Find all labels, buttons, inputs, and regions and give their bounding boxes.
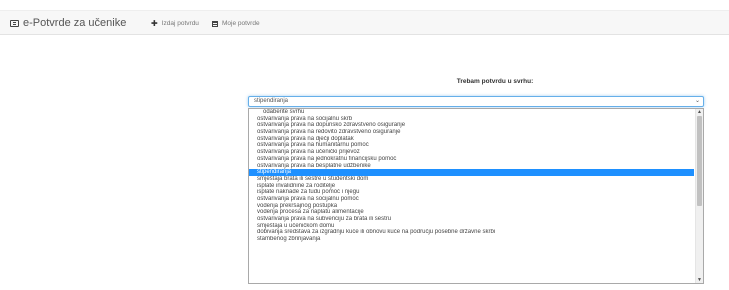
brand-title: e-Potvrde za učenike <box>23 17 127 29</box>
nav-my-certificates-label: Moje potvrde <box>222 20 260 27</box>
dropdown-scrollbar[interactable]: ▲ ▼ <box>695 109 703 283</box>
purpose-dropdown-list[interactable]: odaberite svrhu ostvarivanja prava na soc… <box>248 108 704 284</box>
dropdown-option[interactable]: smještaja u učeničkom domu <box>249 223 694 230</box>
scroll-up-arrow-icon[interactable]: ▲ <box>696 109 703 115</box>
dropdown-option[interactable]: ostvarivanja prava na humanitarnu pomoć <box>249 142 694 149</box>
certificate-icon <box>10 19 19 27</box>
dropdown-option[interactable]: vođenja procesa za naplatu alimentacije <box>249 209 694 216</box>
purpose-heading: Trebam potvrdu u svrhu: <box>456 78 534 85</box>
dropdown-option[interactable]: ostvarivanja prava na socijalnu pomoć <box>249 196 694 203</box>
dropdown-option[interactable]: stipendiranja <box>249 169 694 176</box>
scroll-down-arrow-icon[interactable]: ▼ <box>696 277 703 283</box>
document-icon <box>212 20 218 27</box>
nav-issue-certificate-label: Izdaj potvrdu <box>161 20 199 27</box>
purpose-select[interactable]: stipendiranja ⌄ <box>248 96 704 107</box>
dropdown-option[interactable]: stambenog zbrinjavanja <box>249 236 694 243</box>
scrollbar-thumb[interactable] <box>697 116 702 206</box>
dropdown-option[interactable]: dobivanja sredstava za izgradnju kuće il… <box>249 229 694 236</box>
chevron-down-icon[interactable]: ⌄ <box>695 97 700 106</box>
dropdown-option[interactable]: isplate invalidnine za roditelje <box>249 183 694 190</box>
dropdown-option[interactable]: ostvarivanja prava na dječji doplatak <box>249 136 694 143</box>
nav-my-certificates[interactable]: Moje potvrde <box>212 17 260 30</box>
dropdown-option[interactable]: ostvarivanja prava na redovito zdravstve… <box>249 129 694 136</box>
dropdown-option[interactable]: ostvarivanja prava na besplatne udžbenik… <box>249 163 694 170</box>
dropdown-option[interactable]: smještaja brata ili sestre u studentski … <box>249 176 694 183</box>
dropdown-option[interactable]: isplate naknade za tuđu pomoć i njegu <box>249 189 694 196</box>
navbar: e-Potvrde za učenike ✚ Izdaj potvrdu Moj… <box>0 10 729 35</box>
dropdown-option[interactable]: ostvarivanja prava na subvenciju za brat… <box>249 216 694 223</box>
dropdown-options: odaberite svrhu ostvarivanja prava na soc… <box>249 109 694 243</box>
brand-link[interactable]: e-Potvrde za učenike <box>10 15 126 31</box>
nav-issue-certificate[interactable]: ✚ Izdaj potvrdu <box>151 17 199 30</box>
dropdown-option-placeholder[interactable]: odaberite svrhu <box>249 109 694 116</box>
dropdown-option[interactable]: vođenja prekršajnog postupka <box>249 203 694 210</box>
purpose-select-value: stipendiranja <box>254 98 289 104</box>
dropdown-option[interactable]: ostvarivanja prava na jednokratnu financ… <box>249 156 694 163</box>
dropdown-option[interactable]: ostvarivanja prava na socijalnu skrb <box>249 116 694 123</box>
dropdown-option[interactable]: ostvarivanja prava na dopunsko zdravstve… <box>249 122 694 129</box>
dropdown-option[interactable]: ostvarivanja prava na učenički prijevoz <box>249 149 694 156</box>
plus-icon: ✚ <box>151 18 158 28</box>
